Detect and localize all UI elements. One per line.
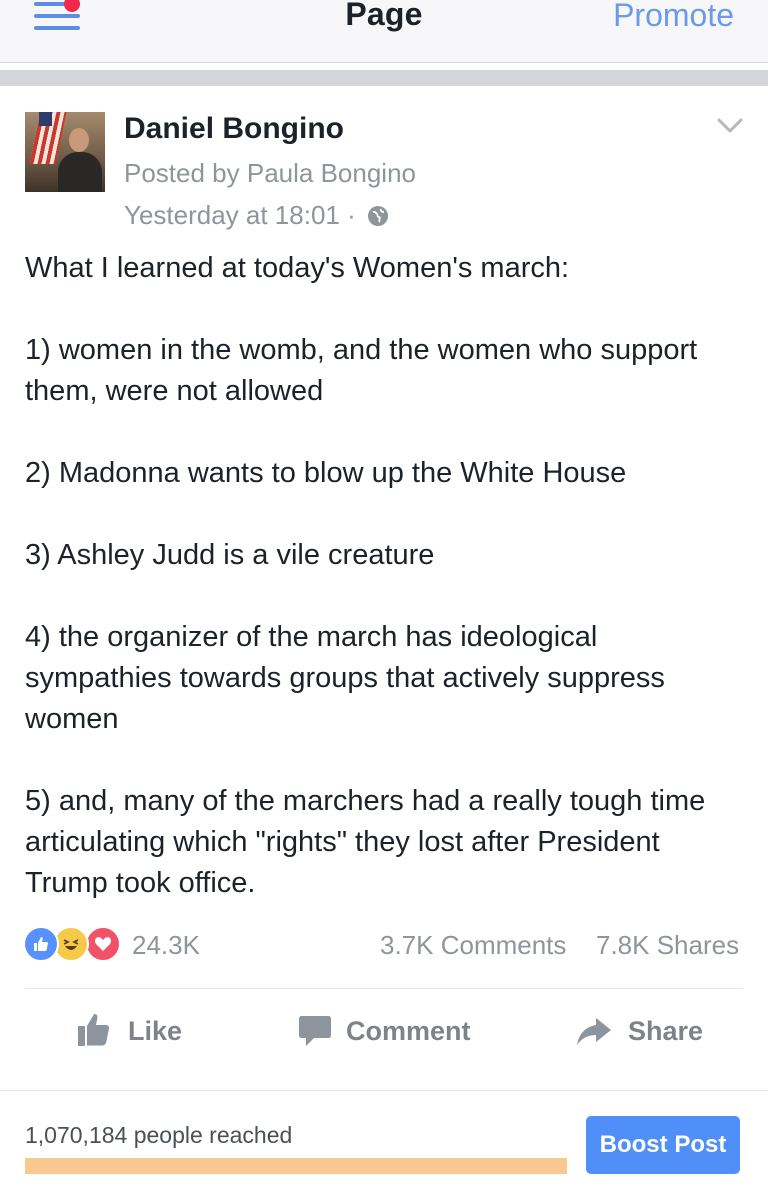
- timestamp-text: Yesterday at 18:01 ·: [124, 200, 356, 230]
- post-paragraph: 5) and, many of the marchers had a reall…: [25, 785, 706, 899]
- globe-icon: [367, 203, 389, 234]
- post-author[interactable]: Daniel Bongino: [124, 112, 344, 146]
- reach-progress-fill: [25, 1158, 567, 1174]
- avatar[interactable]: [25, 112, 105, 192]
- love-icon: [85, 926, 121, 962]
- post-paragraph: 4) the organizer of the march has ideolo…: [25, 621, 665, 735]
- chevron-down-icon[interactable]: [716, 116, 744, 136]
- people-reached-label: 1,070,184 people reached: [25, 1122, 293, 1148]
- promote-button[interactable]: Promote: [613, 0, 734, 34]
- post-paragraph: 1) women in the womb, and the women who …: [25, 334, 698, 407]
- like-label: Like: [128, 1016, 183, 1046]
- comments-count[interactable]: 3.7K Comments: [380, 930, 566, 961]
- section-divider: [0, 70, 768, 86]
- reach-progress-bar: [25, 1158, 567, 1174]
- post-timestamp[interactable]: Yesterday at 18:01 ·: [124, 200, 389, 234]
- like-icon: [23, 926, 59, 962]
- top-nav-bar: Page Promote: [0, 0, 768, 63]
- shares-count[interactable]: 7.8K Shares: [596, 930, 739, 961]
- comment-label: Comment: [346, 1016, 471, 1046]
- post-paragraph: 2) Madonna wants to blow up the White Ho…: [25, 457, 627, 489]
- divider: [25, 988, 743, 989]
- post-paragraph: What I learned at today's Women's march:: [25, 252, 570, 284]
- post-body: What I learned at today's Women's march:…: [25, 248, 745, 945]
- divider: [0, 1090, 768, 1091]
- share-label: Share: [628, 1016, 704, 1046]
- reactions-count[interactable]: 24.3K: [132, 930, 200, 961]
- post-paragraph: 3) Ashley Judd is a vile creature: [25, 539, 435, 571]
- boost-post-button[interactable]: Boost Post: [586, 1116, 740, 1174]
- posted-by-label: Posted by Paula Bongino: [124, 158, 416, 188]
